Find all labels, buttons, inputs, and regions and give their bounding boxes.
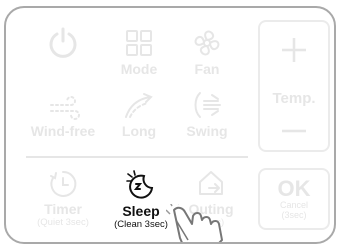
cancel-sublabel: (3sec) — [281, 210, 307, 220]
temperature-rocker: Temp. — [258, 20, 330, 152]
mode-icon — [119, 26, 159, 60]
timer-button[interactable]: Timer (Quiet 3sec) — [24, 168, 102, 228]
sleep-icon — [121, 168, 161, 202]
cancel-label: Cancel — [279, 200, 308, 210]
minus-icon — [282, 129, 306, 133]
temp-up-button[interactable] — [260, 22, 328, 78]
pointing-hand-icon — [166, 204, 236, 242]
power-icon — [43, 26, 83, 60]
long-label: Long — [121, 123, 157, 139]
outing-icon — [191, 168, 231, 200]
sleep-label: Sleep — [122, 203, 160, 219]
wind-free-label: Wind-free — [30, 123, 96, 139]
power-button[interactable] — [28, 26, 98, 86]
row-divider — [26, 156, 248, 158]
timer-label: Timer — [44, 201, 82, 217]
long-button[interactable]: Long — [104, 88, 174, 148]
swing-button[interactable]: Swing — [172, 88, 242, 148]
wind-free-icon — [43, 88, 83, 122]
timer-icon — [43, 168, 83, 200]
fan-button[interactable]: Fan — [172, 26, 242, 86]
fan-icon — [187, 26, 227, 60]
mode-button[interactable]: Mode — [104, 26, 174, 86]
temp-label: Temp. — [272, 90, 316, 107]
mode-label: Mode — [120, 61, 158, 77]
wind-free-button[interactable]: Wind-free — [24, 88, 102, 148]
timer-sublabel: (Quiet 3sec) — [37, 217, 89, 228]
ok-button[interactable]: OK Cancel (3sec) — [258, 168, 330, 230]
plus-icon — [282, 38, 306, 62]
temp-down-button[interactable] — [260, 112, 328, 150]
remote-control-panel: Mode Fan Wind-free Long Swing Timer (Qui… — [4, 6, 336, 244]
swing-icon — [187, 88, 227, 122]
long-icon — [119, 88, 159, 122]
swing-label: Swing — [186, 123, 228, 139]
sleep-sublabel: (Clean 3sec) — [114, 219, 168, 230]
ok-label: OK — [277, 176, 311, 201]
fan-label: Fan — [194, 61, 220, 77]
